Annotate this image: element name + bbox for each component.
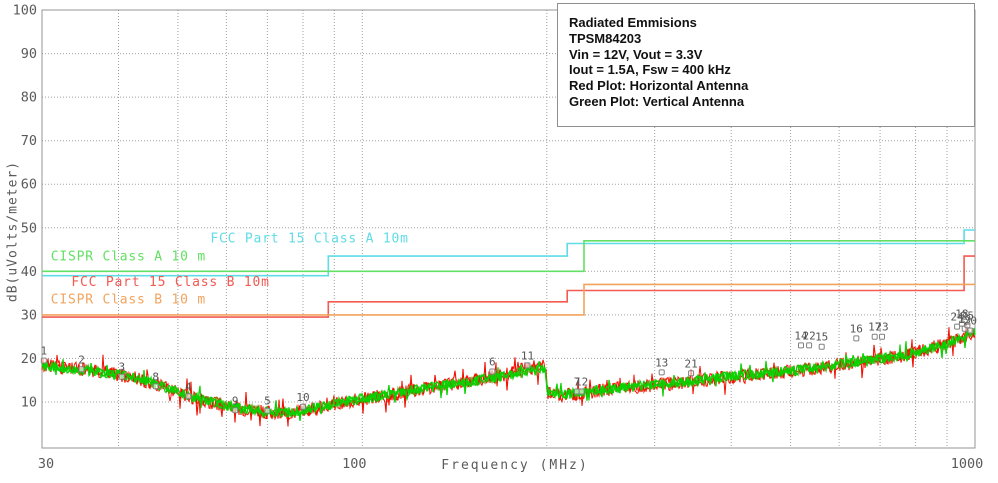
peak-label: 11	[521, 349, 534, 362]
peak-marker	[880, 334, 885, 339]
peak-marker	[186, 394, 191, 399]
y-tick-label: 20	[21, 351, 37, 367]
peak-marker	[79, 367, 84, 372]
peak-marker	[872, 334, 877, 339]
peak-label: 20	[964, 315, 977, 328]
peak-label: 22	[802, 329, 815, 342]
peak-label: 4	[185, 380, 192, 393]
peak-label: 16	[850, 322, 863, 335]
legend-green-plot: Green Plot: Vertical Antenna	[569, 94, 974, 110]
legend-part-number: TPSM84203	[569, 31, 974, 47]
peak-label: 21	[684, 357, 697, 370]
peak-marker	[579, 389, 584, 394]
y-tick-label: 80	[21, 90, 37, 106]
peak-marker	[807, 343, 812, 348]
peak-marker	[119, 374, 124, 379]
y-axis-title: dB(uVolts/meter)	[6, 147, 21, 317]
peak-label: 3	[118, 361, 125, 374]
peak-label: 8	[152, 370, 159, 383]
legend-box: Radiated Emmisions TPSM84203 Vin = 12V, …	[557, 3, 975, 127]
peak-marker	[41, 358, 46, 363]
legend-red-plot: Red Plot: Horizontal Antenna	[569, 78, 974, 94]
x-tick-label: 30	[38, 456, 54, 472]
peak-marker	[265, 408, 270, 413]
y-tick-label: 30	[21, 307, 37, 323]
y-tick-label: 60	[21, 177, 37, 193]
peak-marker	[301, 404, 306, 409]
y-tick-label: 50	[21, 220, 37, 236]
limit-label-cispr-class-a: CISPR Class A 10 m	[51, 249, 206, 264]
peak-marker	[854, 336, 859, 341]
peak-label: 12	[575, 376, 588, 389]
peak-label: 5	[264, 395, 271, 408]
peak-marker	[819, 344, 824, 349]
y-tick-label: 40	[21, 264, 37, 280]
peak-label: 10	[296, 391, 309, 404]
peak-marker	[799, 343, 804, 348]
peak-label: 2	[78, 353, 85, 366]
radiated-emissions-chart: 102030405060708090100301001000FCC Part 1…	[0, 0, 998, 483]
peak-label: 1	[40, 345, 47, 358]
peak-marker	[233, 408, 238, 413]
peak-label: 9	[232, 394, 239, 407]
legend-iout-fsw: Iout = 1.5A, Fsw = 400 kHz	[569, 62, 974, 78]
legend-title: Radiated Emmisions	[569, 15, 974, 31]
peak-label: 23	[875, 321, 888, 334]
limit-label-fcc-part15-class-b: FCC Part 15 Class B 10m	[71, 275, 269, 290]
y-tick-label: 70	[21, 133, 37, 149]
peak-marker	[968, 328, 973, 333]
peak-label: 15	[815, 331, 828, 344]
y-tick-label: 100	[13, 3, 37, 19]
peak-marker	[525, 363, 530, 368]
limit-label-fcc-part15-class-a: FCC Part 15 Class A 10m	[210, 232, 408, 247]
peak-marker	[659, 370, 664, 375]
peak-label: 13	[655, 356, 668, 369]
x-tick-label: 1000	[951, 456, 984, 472]
limit-label-cispr-class-b: CISPR Class B 10 m	[51, 293, 206, 308]
y-tick-label: 90	[21, 46, 37, 62]
y-tick-label: 10	[21, 395, 37, 411]
peak-marker	[689, 371, 694, 376]
x-axis-title: Frequency (MHz)	[360, 458, 670, 473]
legend-vin-vout: Vin = 12V, Vout = 3.3V	[569, 47, 974, 63]
peak-label: 6	[489, 356, 496, 369]
peak-marker	[153, 384, 158, 389]
peak-marker	[490, 369, 495, 374]
